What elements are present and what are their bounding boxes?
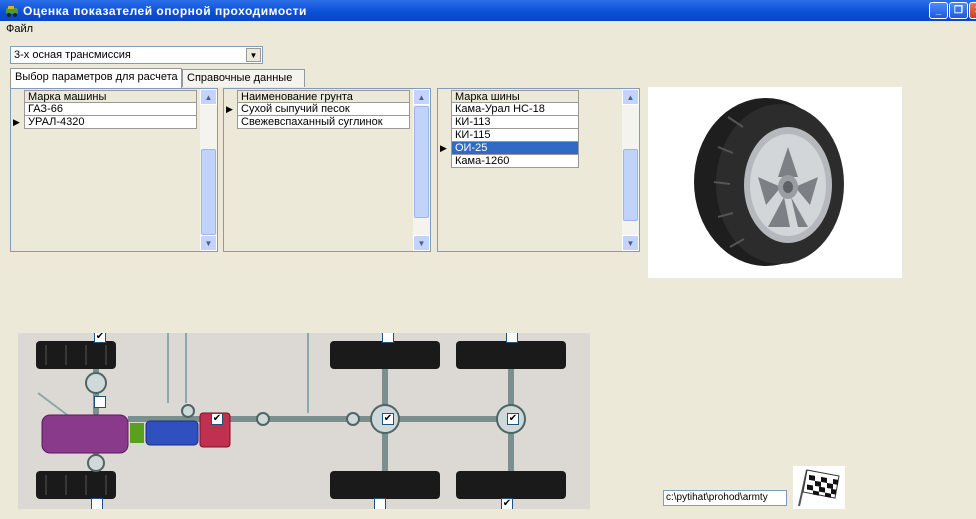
transmission-diagram: ✔ ✔ ✔ ✔ ✔ [18,333,590,509]
tab-label: Выбор параметров для расчета [15,71,178,83]
close-button[interactable]: ✕ [969,2,976,19]
minimize-button[interactable]: _ [929,2,948,19]
column-header: Наименование грунта [237,90,410,103]
soil-grid[interactable]: Наименование грунта Сухой сыпучий песок … [223,88,431,252]
column-header: Марка шины [451,90,579,103]
check-icon: ✔ [383,413,393,424]
transfer-checkbox[interactable]: ✔ [211,413,223,425]
axle3-bottom-checkbox[interactable]: ✔ [501,498,513,509]
title-bar: Оценка показателей опорной проходимости … [0,0,976,21]
check-icon: ✔ [95,333,105,342]
table-row[interactable]: ГАЗ-66 [24,103,197,116]
scroll-thumb[interactable] [623,149,638,221]
table-row-selected[interactable]: ОИ-25 [451,142,579,155]
menu-file[interactable]: Файл [6,23,33,35]
scroll-down-button[interactable]: ▼ [413,235,430,251]
table-row[interactable]: УРАЛ-4320 [24,116,197,129]
vertical-scrollbar[interactable]: ▲ ▼ [200,89,217,251]
row-pointer-icon: ▶ [440,143,447,153]
table-row[interactable]: Свежевспаханный суглинок [237,116,410,129]
app-icon [6,5,18,17]
check-icon: ✔ [212,413,222,424]
transmission-select[interactable]: 3-х осная трансмиссия ▼ [10,46,263,64]
axle2-diff-checkbox[interactable]: ✔ [382,413,394,425]
axle-checkbox[interactable]: ✔ [94,333,106,343]
tab-reference[interactable]: Справочные данные [182,69,305,87]
run-button[interactable] [793,466,845,509]
check-icon: ✔ [508,413,518,424]
scroll-up-button[interactable]: ▲ [413,89,430,105]
table-row[interactable]: Кама-1260 [451,155,579,168]
axle3-diff-checkbox[interactable]: ✔ [507,413,519,425]
vertical-scrollbar[interactable]: ▲ ▼ [413,89,430,251]
table-row[interactable]: КИ-115 [451,129,579,142]
tab-calc-params[interactable]: Выбор параметров для расчета [10,68,182,88]
transmission-value: 3-х осная трансмиссия [14,49,131,61]
tab-label: Справочные данные [187,72,293,84]
check-icon: ✔ [502,498,512,509]
axle3-top-checkbox[interactable] [506,333,518,343]
table-row[interactable]: Кама-Урал НС-18 [451,103,579,116]
checkered-flag-icon [798,469,840,507]
tire-image [648,87,902,278]
diff-checkbox[interactable] [94,396,106,408]
path-field[interactable]: c:\pytihat\prohod\armty [663,490,787,506]
restore-icon: ❐ [954,5,963,16]
row-pointer-icon: ▶ [226,104,233,114]
scroll-thumb[interactable] [414,106,429,218]
dropdown-button[interactable]: ▼ [246,48,261,62]
axle2-bottom-checkbox[interactable] [374,498,386,509]
machines-grid[interactable]: Марка машины ГАЗ-66 УРАЛ-4320 ▶ ▲ ▼ [10,88,218,252]
scroll-thumb[interactable] [201,149,216,235]
row-pointer-icon: ▶ [13,117,20,127]
axle1-bottom-checkbox[interactable] [91,498,103,509]
table-row[interactable]: КИ-113 [451,116,579,129]
maximize-button[interactable]: ❐ [949,2,968,19]
axle2-top-checkbox[interactable] [382,333,394,343]
tires-grid[interactable]: Марка шины Кама-Урал НС-18 КИ-113 КИ-115… [437,88,640,252]
scroll-down-button[interactable]: ▼ [622,235,639,251]
column-header: Марка машины [24,90,197,103]
vertical-scrollbar[interactable]: ▲ ▼ [622,89,639,251]
chevron-down-icon: ▼ [249,50,258,60]
minimize-icon: _ [935,5,942,16]
window-title: Оценка показателей опорной проходимости [23,3,307,18]
scroll-up-button[interactable]: ▲ [622,89,639,105]
scroll-up-button[interactable]: ▲ [200,89,217,105]
scroll-down-button[interactable]: ▼ [200,235,217,251]
menu-bar: Файл [0,21,976,38]
table-row[interactable]: Сухой сыпучий песок [237,103,410,116]
